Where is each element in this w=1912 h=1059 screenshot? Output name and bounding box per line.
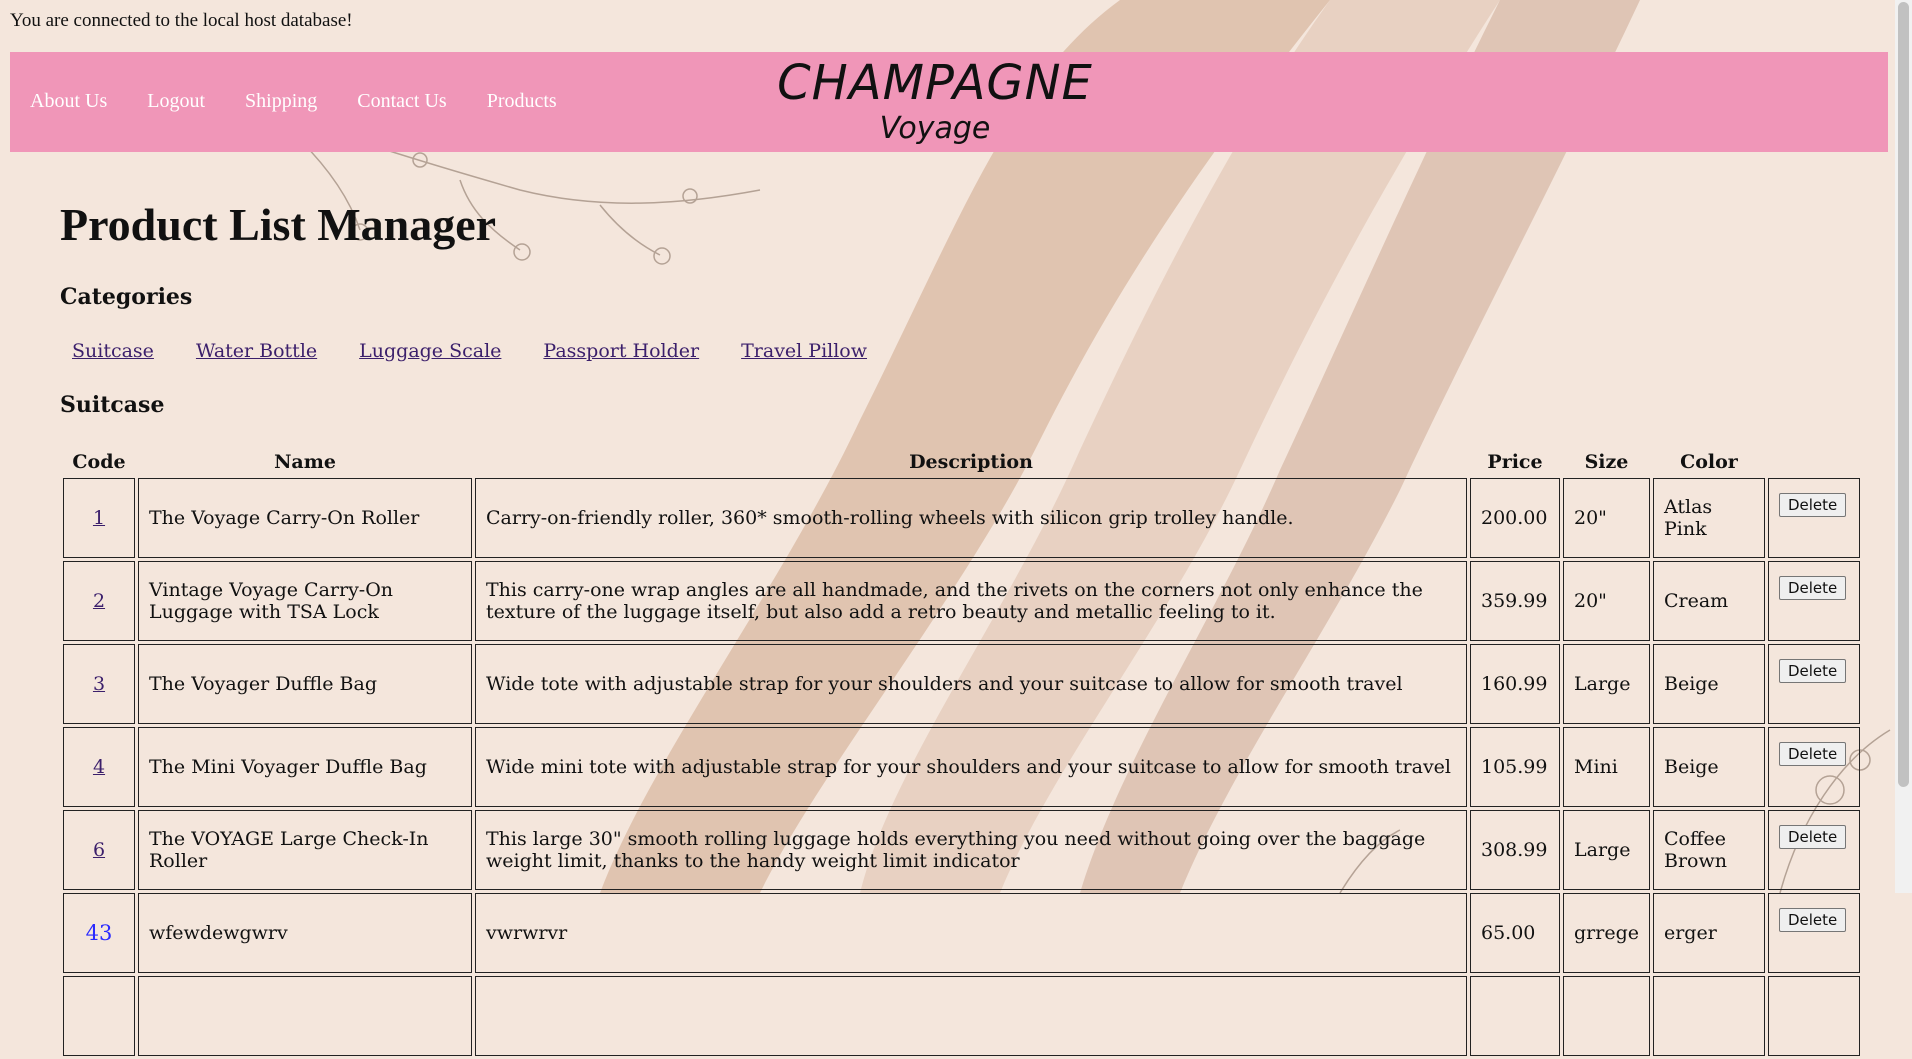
- table-row: 6 The VOYAGE Large Check-In Roller This …: [63, 810, 1860, 890]
- product-size: grrege: [1563, 893, 1650, 973]
- table-row: 2 Vintage Voyage Carry-On Luggage with T…: [63, 561, 1860, 641]
- delete-button[interactable]: Delete: [1778, 825, 1847, 849]
- product-name: The VOYAGE Large Check-In Roller: [138, 810, 472, 890]
- col-header-name: Name: [274, 451, 336, 473]
- site-header: About Us Logout Shipping Contact Us Prod…: [10, 52, 1888, 152]
- delete-button[interactable]: Delete: [1778, 659, 1847, 683]
- col-header-size: Size: [1584, 451, 1629, 473]
- product-price: 105.99: [1470, 727, 1560, 807]
- product-description: This large 30" smooth rolling luggage ho…: [475, 810, 1467, 890]
- product-price: 200.00: [1470, 478, 1560, 558]
- product-size: 20": [1563, 478, 1650, 558]
- product-price: 308.99: [1470, 810, 1560, 890]
- table-row: [63, 976, 1860, 1056]
- connection-message: You are connected to the local host data…: [10, 10, 353, 31]
- product-price: 359.99: [1470, 561, 1560, 641]
- product-table: Code Name Description Price Size Color 1…: [60, 448, 1863, 1059]
- product-description: Carry-on-friendly roller, 360* smooth-ro…: [475, 478, 1467, 558]
- category-link-travel-pillow[interactable]: Travel Pillow: [741, 340, 867, 362]
- product-color: Coffee Brown: [1652, 810, 1765, 890]
- col-header-color: Color: [1680, 451, 1738, 473]
- product-code-link[interactable]: 2: [93, 590, 105, 612]
- product-name: The Mini Voyager Duffle Bag: [138, 727, 472, 807]
- product-color: erger: [1652, 893, 1765, 973]
- nav-products[interactable]: Products: [487, 90, 557, 113]
- product-size: 20": [1563, 561, 1650, 641]
- delete-button[interactable]: Delete: [1778, 493, 1847, 517]
- product-color: Cream: [1652, 561, 1765, 641]
- product-name: Vintage Voyage Carry-On Luggage with TSA…: [138, 561, 472, 641]
- nav-about-us[interactable]: About Us: [30, 90, 107, 113]
- col-header-price: Price: [1487, 451, 1543, 473]
- product-code-link[interactable]: 43: [86, 921, 113, 945]
- product-color: Beige: [1652, 727, 1765, 807]
- product-size: Large: [1563, 644, 1650, 724]
- category-link-water-bottle[interactable]: Water Bottle: [196, 340, 317, 362]
- product-code-link[interactable]: 6: [93, 839, 105, 861]
- logo-main-text: CHAMPAGNE: [777, 55, 1093, 111]
- product-name: The Voyager Duffle Bag: [138, 644, 472, 724]
- nav-contact-us[interactable]: Contact Us: [357, 90, 446, 113]
- product-price: 160.99: [1470, 644, 1560, 724]
- product-name: The Voyage Carry-On Roller: [138, 478, 472, 558]
- col-header-actions: [1768, 451, 1860, 475]
- product-code-link[interactable]: 3: [93, 673, 105, 695]
- col-header-description: Description: [909, 451, 1033, 473]
- table-header-row: Code Name Description Price Size Color: [63, 451, 1860, 475]
- product-name: wfewdewgwrv: [138, 893, 472, 973]
- vertical-scrollbar[interactable]: [1895, 0, 1912, 893]
- category-link-passport-holder[interactable]: Passport Holder: [543, 340, 699, 362]
- category-links: Suitcase Water Bottle Luggage Scale Pass…: [72, 340, 867, 362]
- delete-button[interactable]: Delete: [1778, 742, 1847, 766]
- delete-button[interactable]: Delete: [1778, 576, 1847, 600]
- category-link-suitcase[interactable]: Suitcase: [72, 340, 154, 362]
- product-code-link[interactable]: 1: [93, 507, 105, 529]
- table-row: 4 The Mini Voyager Duffle Bag Wide mini …: [63, 727, 1860, 807]
- product-code-link[interactable]: 4: [93, 756, 105, 778]
- table-row: 43 wfewdewgwrv vwrwrvr 65.00 grrege erge…: [63, 893, 1860, 973]
- product-size: Mini: [1563, 727, 1650, 807]
- col-header-code: Code: [72, 451, 126, 473]
- product-description: vwrwrvr: [475, 893, 1467, 973]
- product-description: Wide tote with adjustable strap for your…: [475, 644, 1467, 724]
- selected-category-heading: Suitcase: [60, 392, 165, 418]
- product-size: Large: [1563, 810, 1650, 890]
- nav-shipping[interactable]: Shipping: [245, 90, 317, 113]
- page-title: Product List Manager: [60, 199, 497, 250]
- delete-button[interactable]: Delete: [1778, 908, 1847, 932]
- nav-logout[interactable]: Logout: [147, 90, 205, 113]
- category-link-luggage-scale[interactable]: Luggage Scale: [359, 340, 501, 362]
- table-row: 1 The Voyage Carry-On Roller Carry-on-fr…: [63, 478, 1860, 558]
- brand-logo: CHAMPAGNE Voyage: [770, 54, 1100, 146]
- product-color: Beige: [1652, 644, 1765, 724]
- scrollbar-thumb[interactable]: [1898, 2, 1909, 787]
- table-row: 3 The Voyager Duffle Bag Wide tote with …: [63, 644, 1860, 724]
- product-price: 65.00: [1470, 893, 1560, 973]
- product-description: This carry-one wrap angles are all handm…: [475, 561, 1467, 641]
- categories-heading: Categories: [60, 284, 193, 310]
- product-description: Wide mini tote with adjustable strap for…: [475, 727, 1467, 807]
- product-color: Atlas Pink: [1652, 478, 1765, 558]
- logo-sub-text: Voyage: [879, 111, 991, 146]
- main-nav: About Us Logout Shipping Contact Us Prod…: [30, 90, 557, 113]
